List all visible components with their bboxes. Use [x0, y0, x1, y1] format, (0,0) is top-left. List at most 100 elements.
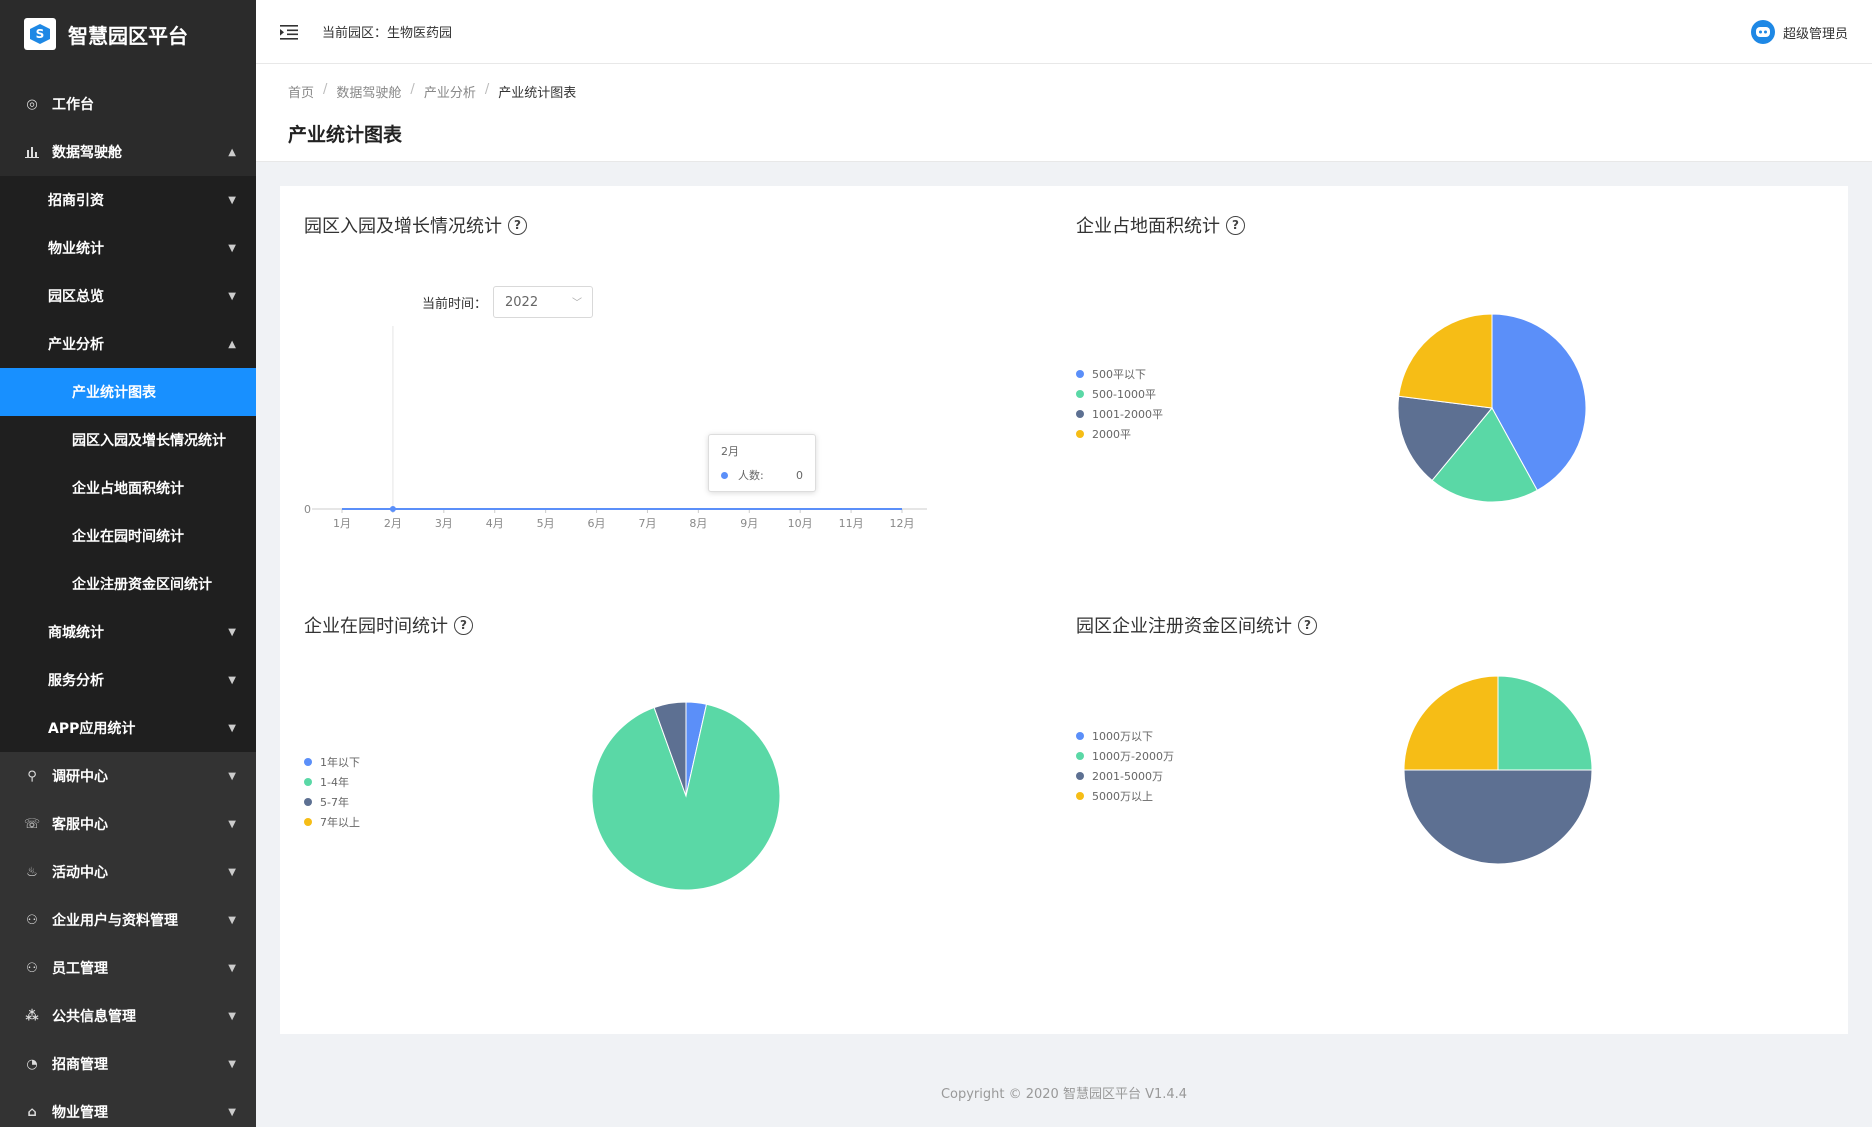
- line-chart[interactable]: 0 1月 2月 3月 4月 5月 6月 7月 8月 9月 10月 11月 12月: [304, 312, 1044, 562]
- pie-icon: ◔: [26, 1056, 38, 1072]
- chevron-down-icon: ▼: [228, 194, 236, 206]
- legend-dot: [1076, 752, 1084, 760]
- legend-label: 1-4年: [320, 776, 349, 789]
- sidebar-item-customer-service[interactable]: ☏ 客服中心 ▼: [0, 800, 256, 848]
- sidebar-item-workbench[interactable]: ◎ 工作台: [0, 80, 256, 128]
- legend-item[interactable]: 5-7年: [304, 792, 360, 812]
- x-tick-label: 3月: [435, 517, 453, 530]
- sidebar-item-investment[interactable]: 招商引资 ▼: [0, 176, 256, 224]
- breadcrumb: 首页 / 数据驾驶舱 / 产业分析 / 产业统计图表: [288, 82, 1872, 101]
- sidebar-item-industry-analysis[interactable]: 产业分析 ▲: [0, 320, 256, 368]
- sidebar-item-capital-stats[interactable]: 企业注册资金区间统计: [0, 560, 256, 608]
- legend-item[interactable]: 500平以下: [1076, 364, 1163, 384]
- sidebar: S 智慧园区平台 ◎ 工作台 数据驾驶舱 ▲ 招商引资 ▼ 物业统计 ▼ 园区总…: [0, 0, 256, 1127]
- legend-dot: [304, 798, 312, 806]
- sidebar-item-public-info[interactable]: ⁂ 公共信息管理 ▼: [0, 992, 256, 1040]
- help-icon[interactable]: ?: [454, 615, 473, 635]
- legend-label: 1年以下: [320, 756, 360, 769]
- page-header: 首页 / 数据驾驶舱 / 产业分析 / 产业统计图表 产业统计图表: [256, 64, 1872, 162]
- area-pie-chart[interactable]: [1392, 308, 1592, 508]
- sidebar-item-industry-charts[interactable]: 产业统计图表: [0, 368, 256, 416]
- legend-dot: [1076, 370, 1084, 378]
- chevron-down-icon: ▼: [228, 962, 236, 974]
- legend-dot: [1076, 792, 1084, 800]
- breadcrumb-home[interactable]: 首页: [288, 82, 314, 101]
- panel-title: 企业占地面积统计 ?: [1076, 212, 1836, 238]
- current-park-label[interactable]: 当前园区：生物医药园: [322, 22, 452, 41]
- help-icon[interactable]: ?: [1226, 215, 1245, 235]
- legend-item[interactable]: 500-1000平: [1076, 384, 1163, 404]
- chevron-down-icon: ▼: [228, 914, 236, 926]
- chevron-down-icon: ▼: [228, 770, 236, 782]
- area-legend: 500平以下 500-1000平 1001-2000平 2000平: [1076, 364, 1163, 444]
- chevron-down-icon: ▼: [228, 1010, 236, 1022]
- capital-legend: 1000万以下 1000万-2000万 2001-5000万 5000万以上: [1076, 726, 1174, 806]
- chevron-down-icon: ▼: [228, 1106, 236, 1118]
- chevron-up-icon: ▲: [228, 338, 236, 350]
- sidebar-item-property-stats[interactable]: 物业统计 ▼: [0, 224, 256, 272]
- users-icon: ⚇: [26, 912, 38, 928]
- legend-item[interactable]: 1000万-2000万: [1076, 746, 1174, 766]
- legend-item[interactable]: 1-4年: [304, 772, 360, 792]
- sidebar-item-park-overview[interactable]: 园区总览 ▼: [0, 272, 256, 320]
- fire-icon: ♨: [26, 864, 38, 880]
- sidebar-item-tenure-stats[interactable]: 企业在园时间统计: [0, 512, 256, 560]
- tenure-pie-chart[interactable]: [586, 696, 786, 896]
- x-tick-label: 7月: [638, 517, 656, 530]
- sidebar-item-research[interactable]: ⚲ 调研中心 ▼: [0, 752, 256, 800]
- sidebar-item-enterprise-users[interactable]: ⚇ 企业用户与资料管理 ▼: [0, 896, 256, 944]
- x-tick-label: 4月: [486, 517, 504, 530]
- legend-label: 1000万以下: [1092, 730, 1153, 743]
- sidebar-item-data-cockpit[interactable]: 数据驾驶舱 ▲: [0, 128, 256, 176]
- legend-item[interactable]: 5000万以上: [1076, 786, 1174, 806]
- legend-label: 1001-2000平: [1092, 408, 1163, 421]
- legend-item[interactable]: 2000平: [1076, 424, 1163, 444]
- panel-title: 企业在园时间统计 ?: [304, 612, 1054, 638]
- help-icon[interactable]: ?: [1298, 615, 1317, 635]
- breadcrumb-cockpit[interactable]: 数据驾驶舱: [336, 82, 401, 101]
- pie-slice: [1403, 675, 1499, 771]
- sidebar-item-property-mgmt[interactable]: ⌂ 物业管理 ▼: [0, 1088, 256, 1127]
- page-title: 产业统计图表: [288, 124, 403, 146]
- sidebar-item-area-stats[interactable]: 企业占地面积统计: [0, 464, 256, 512]
- tenure-panel: 企业在园时间统计 ? 1年以下 1-4年 5-7年 7年以上: [304, 612, 1054, 1012]
- legend-label: 7年以上: [320, 816, 360, 829]
- menu-fold-icon[interactable]: [280, 24, 300, 40]
- legend-dot: [721, 471, 728, 479]
- legend-dot: [1076, 390, 1084, 398]
- legend-dot: [304, 758, 312, 766]
- sidebar-item-entry-growth[interactable]: 园区入园及增长情况统计: [0, 416, 256, 464]
- capital-pie-chart[interactable]: [1398, 670, 1598, 870]
- bar-chart-icon: [24, 146, 40, 158]
- chevron-down-icon: ▼: [228, 818, 236, 830]
- chevron-down-icon: ▼: [228, 1058, 236, 1070]
- svg-text:S: S: [36, 27, 45, 41]
- legend-item[interactable]: 1000万以下: [1076, 726, 1174, 746]
- legend-label: 500平以下: [1092, 368, 1146, 381]
- tenure-legend: 1年以下 1-4年 5-7年 7年以上: [304, 752, 360, 832]
- legend-item[interactable]: 1年以下: [304, 752, 360, 772]
- sidebar-item-staff[interactable]: ⚇ 员工管理 ▼: [0, 944, 256, 992]
- sidebar-item-mall-stats[interactable]: 商城统计 ▼: [0, 608, 256, 656]
- sidebar-item-app-stats[interactable]: APP应用统计 ▼: [0, 704, 256, 752]
- x-tick-label: 9月: [740, 517, 758, 530]
- pie-slice: [1403, 769, 1593, 865]
- breadcrumb-industry[interactable]: 产业分析: [424, 82, 476, 101]
- legend-dot: [1076, 772, 1084, 780]
- chevron-down-icon: ▼: [228, 626, 236, 638]
- user-menu[interactable]: 超级管理员: [1750, 0, 1848, 64]
- capital-panel: 园区企业注册资金区间统计 ? 1000万以下 1000万-2000万 2001-50…: [1076, 612, 1836, 1012]
- pie-slice: [1398, 313, 1493, 409]
- users-icon: ⚇: [26, 960, 38, 976]
- legend-item[interactable]: 1001-2000平: [1076, 404, 1163, 424]
- breadcrumb-separator: /: [484, 82, 490, 97]
- legend-item[interactable]: 7年以上: [304, 812, 360, 832]
- footer: Copyright © 2020 智慧园区平台 V1.4.4: [940, 1087, 1188, 1102]
- legend-label: 2001-5000万: [1092, 770, 1163, 783]
- sidebar-item-service-analysis[interactable]: 服务分析 ▼: [0, 656, 256, 704]
- help-icon[interactable]: ?: [508, 215, 527, 235]
- legend-item[interactable]: 2001-5000万: [1076, 766, 1174, 786]
- sidebar-item-activities[interactable]: ♨ 活动中心 ▼: [0, 848, 256, 896]
- x-tick-label: 10月: [788, 517, 813, 530]
- sidebar-item-investment-mgmt[interactable]: ◔ 招商管理 ▼: [0, 1040, 256, 1088]
